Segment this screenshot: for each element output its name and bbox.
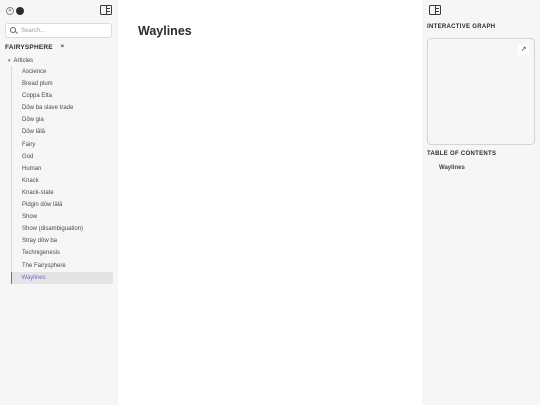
toc-item-waylines[interactable]: Waylines xyxy=(439,165,465,171)
sidebar-item-god[interactable]: God xyxy=(12,151,113,163)
moon-icon xyxy=(16,7,24,15)
sidebar-item-fairy[interactable]: Fairy xyxy=(12,139,113,151)
site-title-label: FAIRYSPHERE xyxy=(5,43,53,51)
search-placeholder: Search... xyxy=(21,27,46,34)
sidebar-item-bread-plum[interactable]: Bread plum xyxy=(12,78,113,90)
toc-heading: TABLE OF CONTENTS xyxy=(427,151,497,157)
search-icon xyxy=(10,27,16,33)
sidebar-item-dow-lala[interactable]: Dōw lālā xyxy=(12,126,113,138)
site-title[interactable]: FAIRYSPHERE ⌄ ⌃ xyxy=(5,42,65,52)
sidebar-item-knack[interactable]: Knack xyxy=(12,175,113,187)
sidebar-item-stray-dow-ba[interactable]: Stray dōw ba xyxy=(12,235,113,247)
sidebar-item-dow-gia[interactable]: Dōw gia xyxy=(12,114,113,126)
chevron-down-icon: ▾ xyxy=(8,58,11,64)
right-panel-toggle-icon[interactable] xyxy=(429,5,441,15)
graph-heading: INTERACTIVE GRAPH xyxy=(427,24,496,30)
collapse-icon[interactable]: ⌄ ⌃ xyxy=(60,42,65,52)
sidebar-item-human[interactable]: Human xyxy=(12,163,113,175)
article-list: Ascience Bread plum Coppa Etta Dōw ba sl… xyxy=(11,66,113,284)
page-title: Waylines xyxy=(138,24,192,38)
sidebar-item-dow-ba-slave-trade[interactable]: Dōw ba slave trade xyxy=(12,102,113,114)
folder-articles[interactable]: ▾ Articles xyxy=(8,58,33,64)
theme-toggle[interactable]: ✳ xyxy=(6,6,25,16)
sidebar-item-the-fairysphere[interactable]: The Fairysphere xyxy=(12,260,113,272)
sidebar-item-show-disambiguation[interactable]: Show (disambiguation) xyxy=(12,223,113,235)
expand-graph-button[interactable]: ↗ xyxy=(518,44,529,55)
sidebar-item-show[interactable]: Show xyxy=(12,211,113,223)
sidebar-item-technigenesis[interactable]: Technigenesis xyxy=(12,247,113,259)
left-panel-toggle-icon[interactable] xyxy=(100,5,112,15)
interactive-graph[interactable]: ↗ xyxy=(427,38,535,145)
folder-label: Articles xyxy=(13,58,34,64)
sun-icon: ✳ xyxy=(6,7,14,15)
sidebar-item-coppa-etta[interactable]: Coppa Etta xyxy=(12,90,113,102)
sidebar-item-pidgin-dow-lala[interactable]: Pidgin dōw lālā xyxy=(12,199,113,211)
sidebar-item-ascience[interactable]: Ascience xyxy=(12,66,113,78)
sidebar-item-waylines[interactable]: Waylines xyxy=(11,271,113,284)
search-input[interactable]: Search... xyxy=(5,23,112,38)
sidebar-item-knack-state[interactable]: Knack-state xyxy=(12,187,113,199)
arrow-up-right-icon: ↗ xyxy=(520,46,527,53)
